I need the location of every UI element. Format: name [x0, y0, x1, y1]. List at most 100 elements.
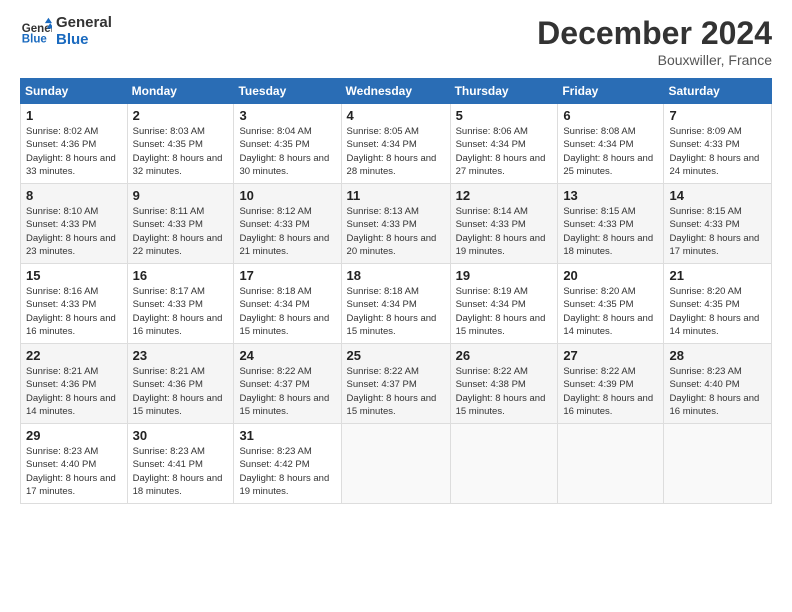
calendar-cell: 7 Sunrise: 8:09 AMSunset: 4:33 PMDayligh… — [664, 104, 772, 184]
day-number: 9 — [133, 188, 229, 203]
day-info: Sunrise: 8:11 AMSunset: 4:33 PMDaylight:… — [133, 206, 223, 257]
calendar-cell: 10 Sunrise: 8:12 AMSunset: 4:33 PMDaylig… — [234, 184, 341, 264]
calendar-title: December 2024 — [537, 15, 772, 52]
header-thursday: Thursday — [450, 79, 558, 104]
calendar-cell: 17 Sunrise: 8:18 AMSunset: 4:34 PMDaylig… — [234, 264, 341, 344]
day-info: Sunrise: 8:05 AMSunset: 4:34 PMDaylight:… — [347, 126, 437, 177]
day-number: 24 — [239, 348, 335, 363]
calendar-subtitle: Bouxwiller, France — [537, 52, 772, 68]
calendar-cell: 30 Sunrise: 8:23 AMSunset: 4:41 PMDaylig… — [127, 424, 234, 504]
calendar-cell: 16 Sunrise: 8:17 AMSunset: 4:33 PMDaylig… — [127, 264, 234, 344]
calendar-row: 15 Sunrise: 8:16 AMSunset: 4:33 PMDaylig… — [21, 264, 772, 344]
title-block: December 2024 Bouxwiller, France — [537, 15, 772, 68]
day-number: 28 — [669, 348, 766, 363]
day-number: 8 — [26, 188, 122, 203]
logo: General Blue General Blue — [20, 15, 112, 48]
day-info: Sunrise: 8:23 AMSunset: 4:41 PMDaylight:… — [133, 446, 223, 497]
calendar-cell: 14 Sunrise: 8:15 AMSunset: 4:33 PMDaylig… — [664, 184, 772, 264]
day-number: 29 — [26, 428, 122, 443]
calendar-cell: 20 Sunrise: 8:20 AMSunset: 4:35 PMDaylig… — [558, 264, 664, 344]
calendar-cell: 29 Sunrise: 8:23 AMSunset: 4:40 PMDaylig… — [21, 424, 128, 504]
day-number: 23 — [133, 348, 229, 363]
calendar-cell: 12 Sunrise: 8:14 AMSunset: 4:33 PMDaylig… — [450, 184, 558, 264]
calendar-cell: 31 Sunrise: 8:23 AMSunset: 4:42 PMDaylig… — [234, 424, 341, 504]
calendar-cell: 13 Sunrise: 8:15 AMSunset: 4:33 PMDaylig… — [558, 184, 664, 264]
day-number: 21 — [669, 268, 766, 283]
header-wednesday: Wednesday — [341, 79, 450, 104]
day-number: 1 — [26, 108, 122, 123]
calendar-cell: 6 Sunrise: 8:08 AMSunset: 4:34 PMDayligh… — [558, 104, 664, 184]
day-number: 3 — [239, 108, 335, 123]
day-number: 13 — [563, 188, 658, 203]
day-info: Sunrise: 8:08 AMSunset: 4:34 PMDaylight:… — [563, 126, 653, 177]
day-info: Sunrise: 8:14 AMSunset: 4:33 PMDaylight:… — [456, 206, 546, 257]
calendar-cell: 5 Sunrise: 8:06 AMSunset: 4:34 PMDayligh… — [450, 104, 558, 184]
day-number: 14 — [669, 188, 766, 203]
day-info: Sunrise: 8:02 AMSunset: 4:36 PMDaylight:… — [26, 126, 116, 177]
day-info: Sunrise: 8:13 AMSunset: 4:33 PMDaylight:… — [347, 206, 437, 257]
day-number: 4 — [347, 108, 445, 123]
day-info: Sunrise: 8:22 AMSunset: 4:37 PMDaylight:… — [239, 366, 329, 417]
day-number: 11 — [347, 188, 445, 203]
day-number: 18 — [347, 268, 445, 283]
calendar-row: 8 Sunrise: 8:10 AMSunset: 4:33 PMDayligh… — [21, 184, 772, 264]
calendar-cell: 21 Sunrise: 8:20 AMSunset: 4:35 PMDaylig… — [664, 264, 772, 344]
day-info: Sunrise: 8:20 AMSunset: 4:35 PMDaylight:… — [669, 286, 759, 337]
calendar-cell: 27 Sunrise: 8:22 AMSunset: 4:39 PMDaylig… — [558, 344, 664, 424]
day-info: Sunrise: 8:21 AMSunset: 4:36 PMDaylight:… — [26, 366, 116, 417]
logo-text-block: General Blue — [56, 15, 112, 48]
day-number: 20 — [563, 268, 658, 283]
calendar-row: 29 Sunrise: 8:23 AMSunset: 4:40 PMDaylig… — [21, 424, 772, 504]
day-info: Sunrise: 8:22 AMSunset: 4:37 PMDaylight:… — [347, 366, 437, 417]
calendar-cell: 2 Sunrise: 8:03 AMSunset: 4:35 PMDayligh… — [127, 104, 234, 184]
day-info: Sunrise: 8:22 AMSunset: 4:38 PMDaylight:… — [456, 366, 546, 417]
day-info: Sunrise: 8:16 AMSunset: 4:33 PMDaylight:… — [26, 286, 116, 337]
calendar-cell: 23 Sunrise: 8:21 AMSunset: 4:36 PMDaylig… — [127, 344, 234, 424]
day-number: 16 — [133, 268, 229, 283]
day-info: Sunrise: 8:23 AMSunset: 4:40 PMDaylight:… — [669, 366, 759, 417]
day-number: 17 — [239, 268, 335, 283]
day-number: 5 — [456, 108, 553, 123]
day-number: 31 — [239, 428, 335, 443]
calendar-cell: 19 Sunrise: 8:19 AMSunset: 4:34 PMDaylig… — [450, 264, 558, 344]
calendar-cell: 25 Sunrise: 8:22 AMSunset: 4:37 PMDaylig… — [341, 344, 450, 424]
day-info: Sunrise: 8:04 AMSunset: 4:35 PMDaylight:… — [239, 126, 329, 177]
header-monday: Monday — [127, 79, 234, 104]
day-number: 15 — [26, 268, 122, 283]
calendar-cell — [450, 424, 558, 504]
logo-general: General — [56, 15, 112, 32]
calendar-cell: 28 Sunrise: 8:23 AMSunset: 4:40 PMDaylig… — [664, 344, 772, 424]
day-info: Sunrise: 8:17 AMSunset: 4:33 PMDaylight:… — [133, 286, 223, 337]
calendar-cell: 15 Sunrise: 8:16 AMSunset: 4:33 PMDaylig… — [21, 264, 128, 344]
calendar-cell: 3 Sunrise: 8:04 AMSunset: 4:35 PMDayligh… — [234, 104, 341, 184]
calendar-cell: 4 Sunrise: 8:05 AMSunset: 4:34 PMDayligh… — [341, 104, 450, 184]
day-info: Sunrise: 8:23 AMSunset: 4:42 PMDaylight:… — [239, 446, 329, 497]
day-info: Sunrise: 8:12 AMSunset: 4:33 PMDaylight:… — [239, 206, 329, 257]
day-info: Sunrise: 8:15 AMSunset: 4:33 PMDaylight:… — [669, 206, 759, 257]
day-info: Sunrise: 8:20 AMSunset: 4:35 PMDaylight:… — [563, 286, 653, 337]
day-number: 25 — [347, 348, 445, 363]
logo-icon: General Blue — [20, 16, 52, 48]
day-number: 6 — [563, 108, 658, 123]
day-info: Sunrise: 8:19 AMSunset: 4:34 PMDaylight:… — [456, 286, 546, 337]
day-number: 10 — [239, 188, 335, 203]
calendar-cell — [558, 424, 664, 504]
day-info: Sunrise: 8:06 AMSunset: 4:34 PMDaylight:… — [456, 126, 546, 177]
day-info: Sunrise: 8:09 AMSunset: 4:33 PMDaylight:… — [669, 126, 759, 177]
day-info: Sunrise: 8:22 AMSunset: 4:39 PMDaylight:… — [563, 366, 653, 417]
calendar-cell: 9 Sunrise: 8:11 AMSunset: 4:33 PMDayligh… — [127, 184, 234, 264]
day-info: Sunrise: 8:21 AMSunset: 4:36 PMDaylight:… — [133, 366, 223, 417]
day-info: Sunrise: 8:15 AMSunset: 4:33 PMDaylight:… — [563, 206, 653, 257]
svg-text:Blue: Blue — [22, 33, 48, 45]
calendar-cell — [341, 424, 450, 504]
day-info: Sunrise: 8:23 AMSunset: 4:40 PMDaylight:… — [26, 446, 116, 497]
calendar-row: 22 Sunrise: 8:21 AMSunset: 4:36 PMDaylig… — [21, 344, 772, 424]
calendar-cell: 1 Sunrise: 8:02 AMSunset: 4:36 PMDayligh… — [21, 104, 128, 184]
header-tuesday: Tuesday — [234, 79, 341, 104]
day-number: 27 — [563, 348, 658, 363]
day-info: Sunrise: 8:10 AMSunset: 4:33 PMDaylight:… — [26, 206, 116, 257]
day-number: 19 — [456, 268, 553, 283]
day-info: Sunrise: 8:18 AMSunset: 4:34 PMDaylight:… — [239, 286, 329, 337]
calendar-cell: 18 Sunrise: 8:18 AMSunset: 4:34 PMDaylig… — [341, 264, 450, 344]
calendar-cell: 11 Sunrise: 8:13 AMSunset: 4:33 PMDaylig… — [341, 184, 450, 264]
